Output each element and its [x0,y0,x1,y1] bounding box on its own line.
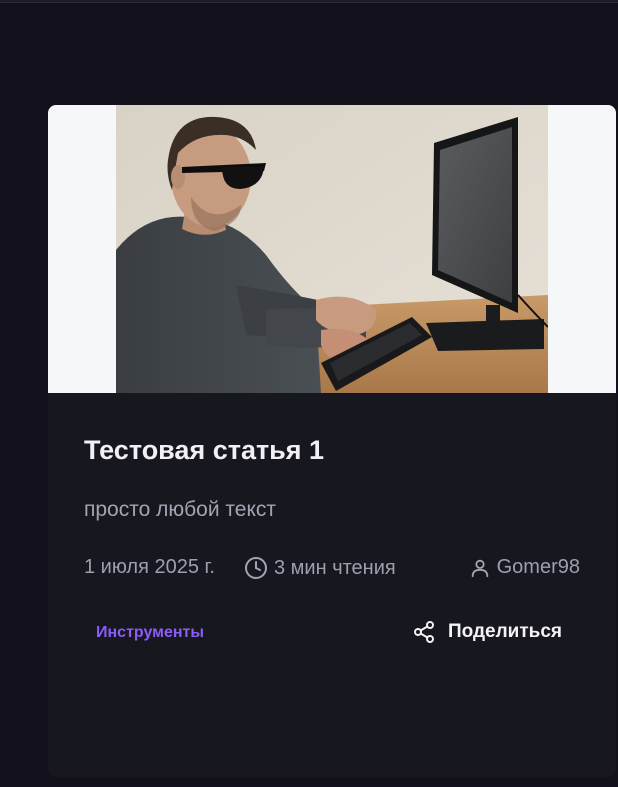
share-icon [413,621,434,643]
user-icon [471,559,488,577]
category-tag[interactable]: Инструменты [96,624,204,642]
read-time-text: 3 мин чтения [274,556,396,579]
share-button[interactable]: Поделиться [412,620,562,644]
article-image-area [48,105,616,393]
author[interactable]: Gomer98 [469,556,580,579]
article-excerpt: просто любой текст [84,498,277,521]
article-image [116,105,548,393]
publish-date: 1 июля 2025 г. [84,556,215,579]
article-title[interactable]: Тестовая статья 1 [84,435,324,466]
read-time: 3 мин чтения [244,556,396,580]
article-card[interactable]: Тестовая статья 1 просто любой текст 1 и… [48,105,616,777]
publish-date-text: 1 июля 2025 г. [84,556,215,578]
article-meta: 1 июля 2025 г. 3 мин чтения Gomer98 [84,556,580,584]
clock-icon [245,557,267,579]
share-label: Поделиться [447,621,562,642]
author-name: Gomer98 [496,556,580,578]
top-divider [0,0,618,3]
